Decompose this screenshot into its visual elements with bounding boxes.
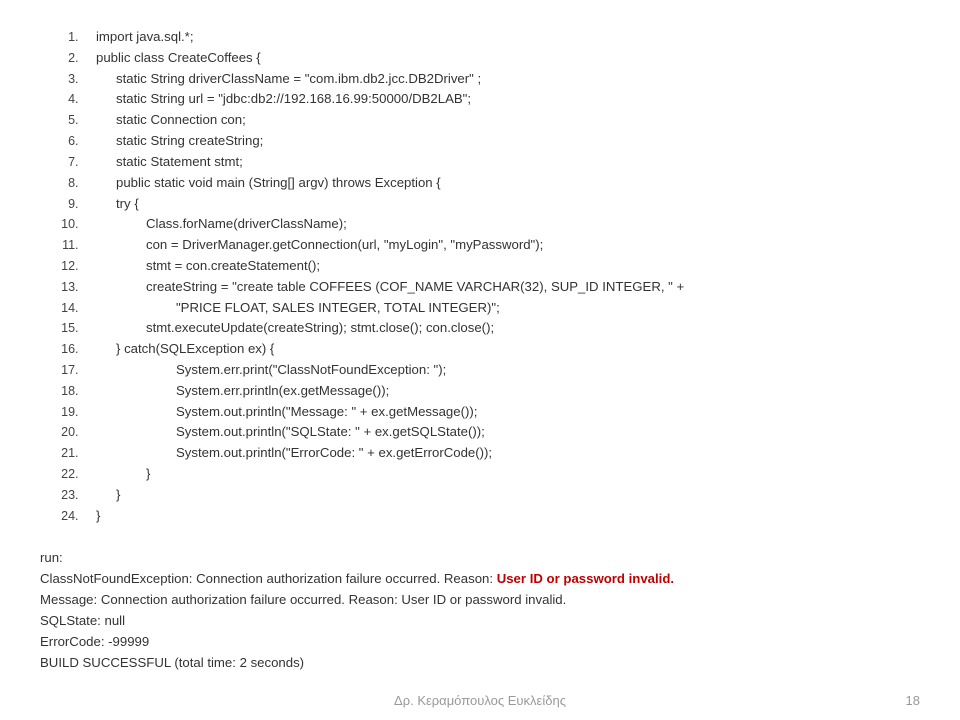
code-text: } xyxy=(96,465,150,483)
code-text: static String createString; xyxy=(96,132,263,150)
code-line: import java.sql.*; xyxy=(82,28,920,46)
code-line: public class CreateCoffees { xyxy=(82,49,920,67)
code-line: } xyxy=(82,465,920,483)
code-line: System.out.println("Message: " + ex.getM… xyxy=(82,403,920,421)
code-line: static String createString; xyxy=(82,132,920,150)
code-text: System.err.print("ClassNotFoundException… xyxy=(96,361,446,379)
output-line2: Message: Connection authorization failur… xyxy=(40,589,920,610)
code-text: System.err.println(ex.getMessage()); xyxy=(96,382,389,400)
code-text: import java.sql.*; xyxy=(96,29,193,44)
code-line: createString = "create table COFFEES (CO… xyxy=(82,278,920,296)
code-line: try { xyxy=(82,195,920,213)
footer-author: Δρ. Κεραμόπουλος Ευκλείδης xyxy=(333,693,626,708)
code-line: System.err.print("ClassNotFoundException… xyxy=(82,361,920,379)
code-text: con = DriverManager.getConnection(url, "… xyxy=(96,236,543,254)
code-line: public static void main (String[] argv) … xyxy=(82,174,920,192)
code-text: Class.forName(driverClassName); xyxy=(96,215,347,233)
code-text: "PRICE FLOAT, SALES INTEGER, TOTAL INTEG… xyxy=(96,299,500,317)
code-line: "PRICE FLOAT, SALES INTEGER, TOTAL INTEG… xyxy=(82,299,920,317)
code-text: System.out.println("ErrorCode: " + ex.ge… xyxy=(96,444,492,462)
code-line: } xyxy=(82,507,920,525)
code-line: static Connection con; xyxy=(82,111,920,129)
code-line: System.out.println("SQLState: " + ex.get… xyxy=(82,423,920,441)
code-text: } catch(SQLException ex) { xyxy=(96,340,274,358)
code-text: static String url = "jdbc:db2://192.168.… xyxy=(96,90,471,108)
output-line5: BUILD SUCCESSFUL (total time: 2 seconds) xyxy=(40,652,920,673)
output-line4: ErrorCode: -99999 xyxy=(40,631,920,652)
code-text: } xyxy=(96,508,100,523)
code-text: System.out.println("SQLState: " + ex.get… xyxy=(96,423,485,441)
code-text: static String driverClassName = "com.ibm… xyxy=(96,70,481,88)
code-text: } xyxy=(96,486,120,504)
code-text: stmt.executeUpdate(createString); stmt.c… xyxy=(96,319,494,337)
code-text: public static void main (String[] argv) … xyxy=(96,174,441,192)
code-line: con = DriverManager.getConnection(url, "… xyxy=(82,236,920,254)
code-line: static String url = "jdbc:db2://192.168.… xyxy=(82,90,920,108)
output-line1: ClassNotFoundException: Connection autho… xyxy=(40,568,920,589)
code-listing: import java.sql.*; public class CreateCof… xyxy=(40,28,920,525)
page-footer: Δρ. Κεραμόπουλος Ευκλείδης 18 xyxy=(0,693,960,708)
code-line: stmt = con.createStatement(); xyxy=(82,257,920,275)
code-text: public class CreateCoffees { xyxy=(96,50,261,65)
code-text: System.out.println("Message: " + ex.getM… xyxy=(96,403,477,421)
code-line: static Statement stmt; xyxy=(82,153,920,171)
code-line: System.out.println("ErrorCode: " + ex.ge… xyxy=(82,444,920,462)
output-run: run: xyxy=(40,547,920,568)
code-text: static Connection con; xyxy=(96,111,246,129)
code-text: createString = "create table COFFEES (CO… xyxy=(96,278,684,296)
code-line: Class.forName(driverClassName); xyxy=(82,215,920,233)
run-output: run: ClassNotFoundException: Connection … xyxy=(40,547,920,674)
code-line: static String driverClassName = "com.ibm… xyxy=(82,70,920,88)
output-line3: SQLState: null xyxy=(40,610,920,631)
code-line: System.err.println(ex.getMessage()); xyxy=(82,382,920,400)
code-line: } catch(SQLException ex) { xyxy=(82,340,920,358)
code-text: try { xyxy=(96,195,139,213)
footer-page-number: 18 xyxy=(627,693,920,708)
code-text: stmt = con.createStatement(); xyxy=(96,257,320,275)
code-line: } xyxy=(82,486,920,504)
code-text: static Statement stmt; xyxy=(96,153,243,171)
code-line: stmt.executeUpdate(createString); stmt.c… xyxy=(82,319,920,337)
